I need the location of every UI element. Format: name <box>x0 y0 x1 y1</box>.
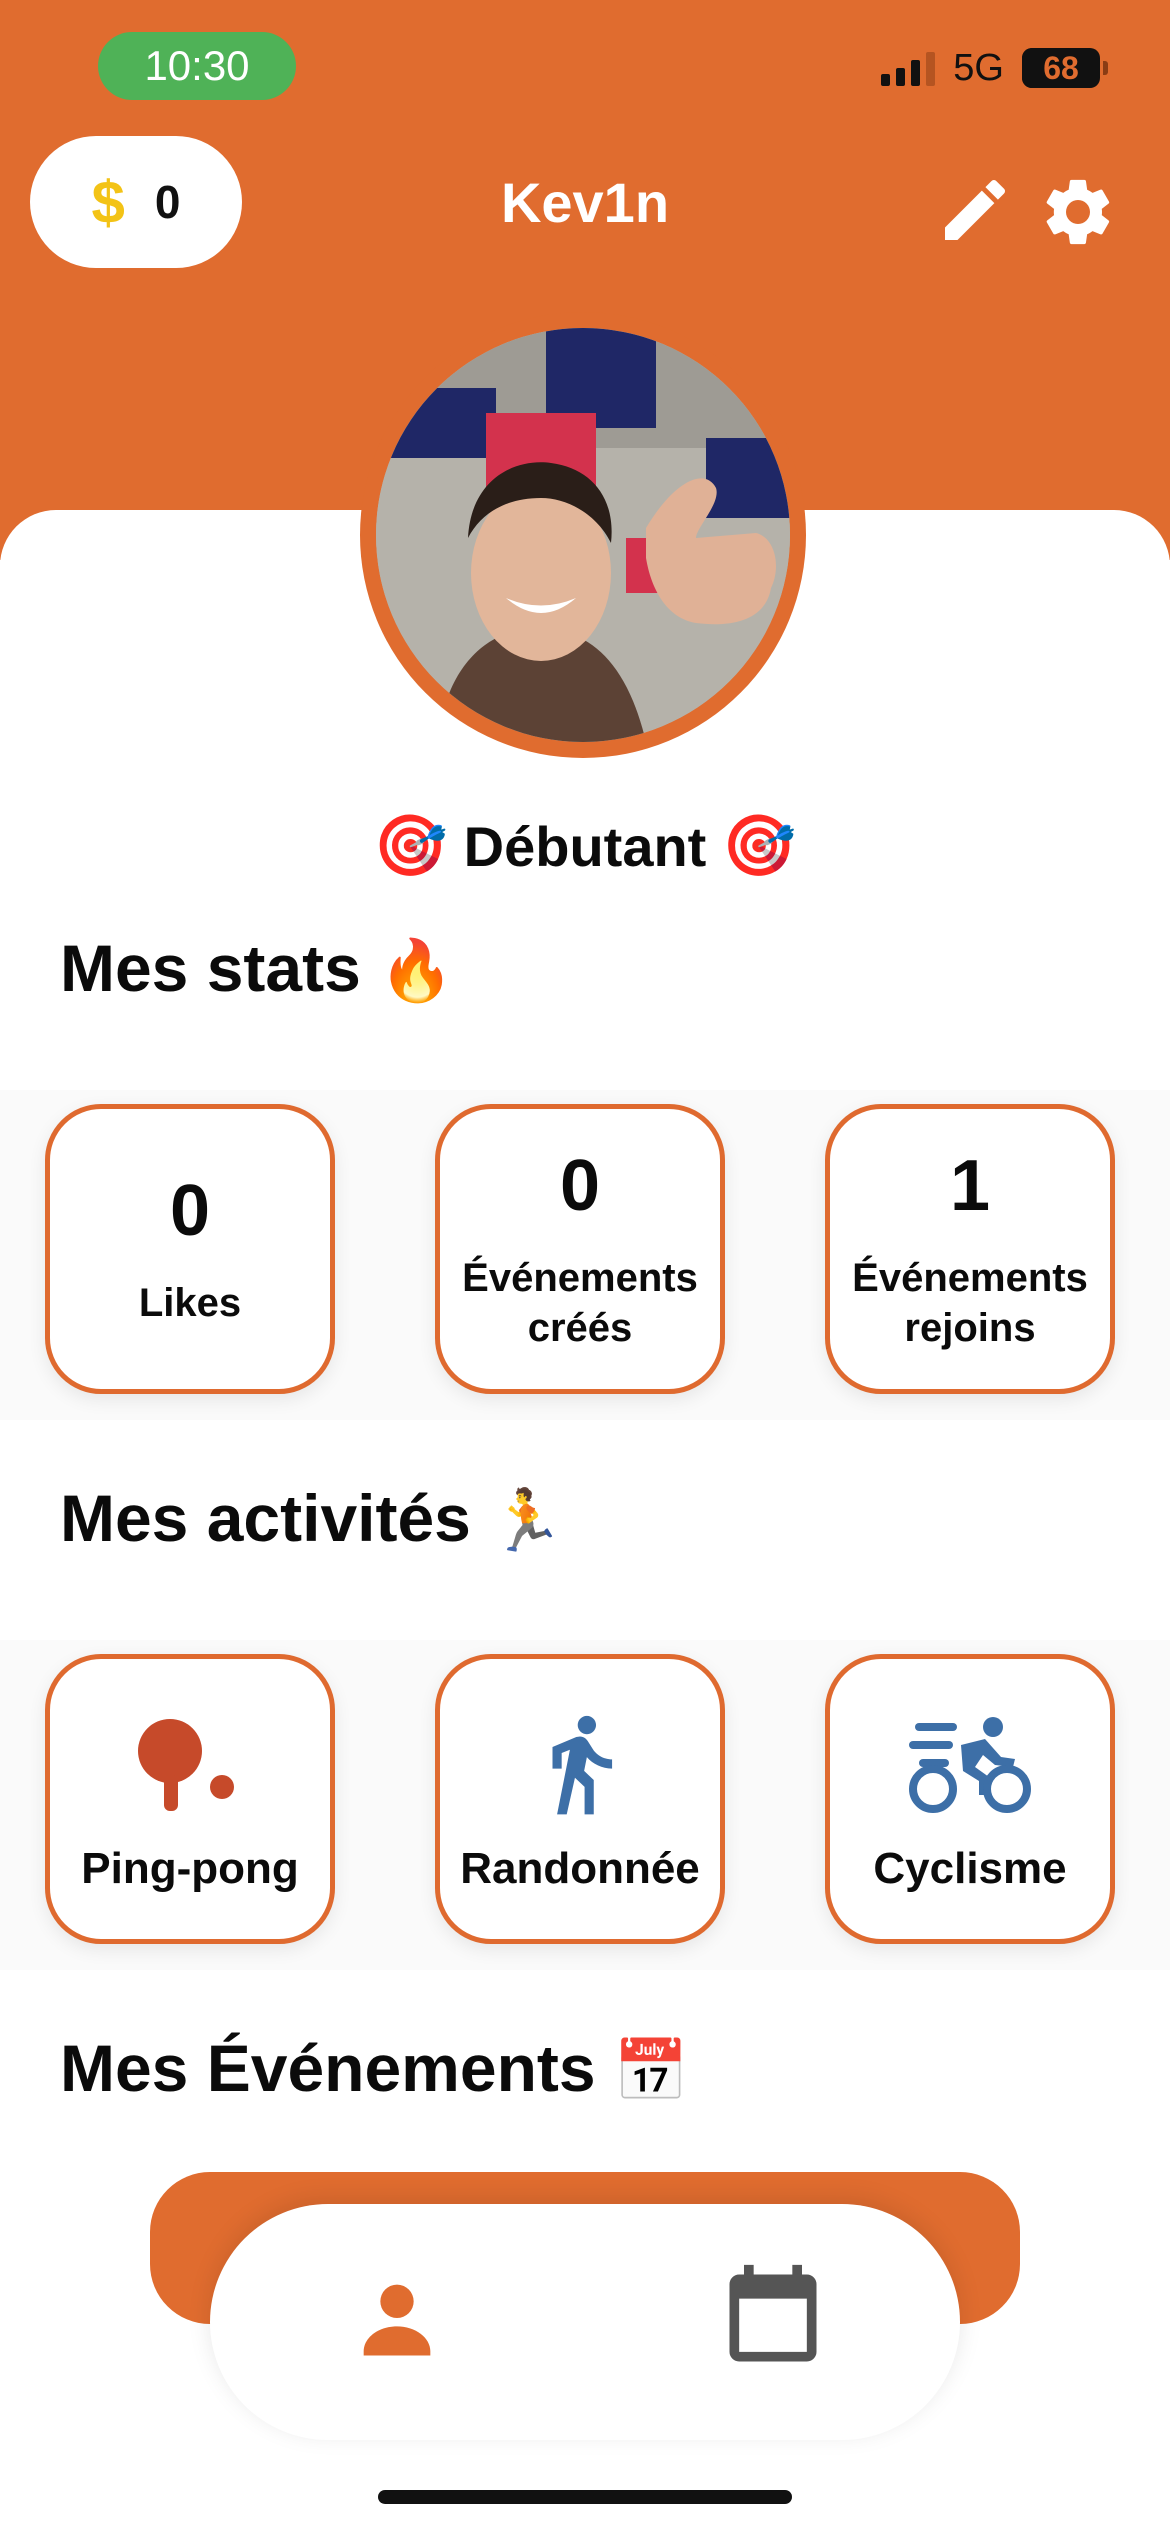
events-title-text: Mes Événements <box>60 2031 596 2105</box>
stat-value: 0 <box>559 1146 601 1226</box>
stat-label: Événements créés <box>462 1253 698 1353</box>
stat-label-line1: Événements <box>852 1256 1088 1300</box>
stat-value: 1 <box>949 1146 991 1226</box>
pencil-icon <box>945 179 1006 240</box>
level-label: Débutant <box>463 815 707 878</box>
stat-label-line2: rejoins <box>904 1306 1036 1350</box>
profile-icon <box>363 2284 431 2356</box>
stats-row: 0 Likes 0 Événements créés 1 Événements … <box>0 1090 1170 1420</box>
activity-card-ping-pong[interactable]: Ping-pong <box>45 1654 335 1944</box>
activity-card-cycling[interactable]: Cyclisme <box>825 1654 1115 1944</box>
stat-card-likes[interactable]: 0 Likes <box>45 1104 335 1394</box>
activities-row: Ping-pong Randonnée Cyclisme <box>0 1640 1170 1970</box>
calendar-icon <box>729 2264 817 2362</box>
target-icon: 🎯 <box>721 812 797 879</box>
runner-icon: 🏃 <box>489 1487 564 1554</box>
stats-title-text: Mes stats <box>60 931 361 1005</box>
home-indicator <box>378 2490 792 2504</box>
gear-icon <box>1046 179 1110 245</box>
activity-label: Randonnée <box>460 1844 700 1893</box>
bottom-nav <box>210 2204 960 2440</box>
network-type: 5G <box>953 46 1004 89</box>
avatar[interactable] <box>360 312 806 758</box>
status-icons: 5G 68 <box>881 38 1108 98</box>
coin-balance[interactable]: $ 0 <box>30 136 242 268</box>
fire-icon: 🔥 <box>379 937 454 1004</box>
stat-card-events-joined[interactable]: 1 Événements rejoins <box>825 1104 1115 1394</box>
nav-calendar-tab[interactable] <box>713 2258 833 2378</box>
username: Kev1n <box>500 171 670 234</box>
settings-button[interactable] <box>1038 172 1118 252</box>
hiking-icon <box>525 1704 635 1824</box>
target-icon: 🎯 <box>373 812 449 879</box>
battery-icon: 68 <box>1022 48 1108 88</box>
stat-label-line1: Événements <box>462 1256 698 1300</box>
stat-value: 0 <box>169 1171 211 1251</box>
calendar-emoji-icon: 📅 <box>613 2037 689 2104</box>
activity-label: Cyclisme <box>873 1844 1067 1893</box>
stat-label: Événements rejoins <box>852 1253 1088 1353</box>
activity-card-hiking[interactable]: Randonnée <box>435 1654 725 1944</box>
stat-label: Likes <box>138 1281 242 1325</box>
stat-label-line2: créés <box>527 1306 633 1350</box>
status-time: 10:30 <box>98 32 296 100</box>
dollar-icon: $ <box>91 168 125 236</box>
stats-title: Mes stats 🔥 <box>60 930 454 1006</box>
ping-pong-icon <box>130 1704 250 1824</box>
battery-level: 68 <box>1043 49 1079 86</box>
events-title: Mes Événements 📅 <box>60 2030 689 2106</box>
cycling-icon <box>905 1704 1035 1824</box>
signal-icon <box>881 50 936 86</box>
activities-title-text: Mes activités <box>60 1481 471 1555</box>
edit-profile-button[interactable] <box>935 170 1015 250</box>
avatar-photo <box>376 328 790 742</box>
activities-title: Mes activités 🏃 <box>60 1480 564 1556</box>
coin-count: 0 <box>154 176 181 228</box>
activity-label: Ping-pong <box>81 1844 299 1893</box>
nav-profile-tab[interactable] <box>337 2258 457 2378</box>
level-badge: 🎯 Débutant 🎯 <box>0 810 1170 881</box>
stat-card-events-created[interactable]: 0 Événements créés <box>435 1104 725 1394</box>
